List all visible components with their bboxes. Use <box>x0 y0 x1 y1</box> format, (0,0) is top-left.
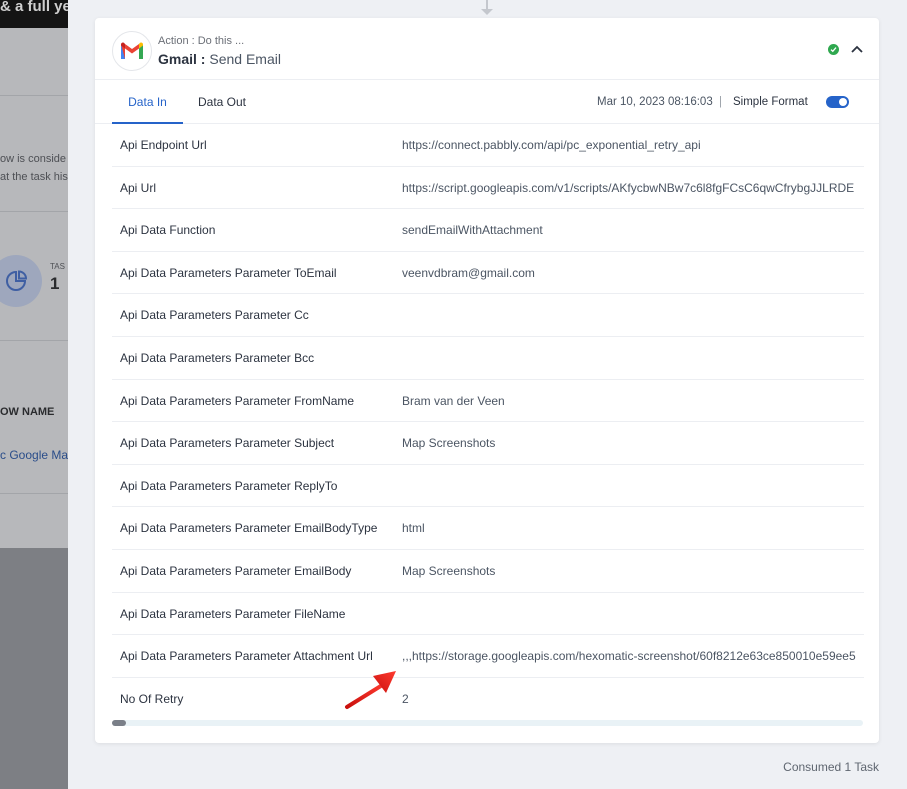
background-topbar: & a full yea <box>0 0 68 28</box>
gmail-logo-icon <box>112 31 152 71</box>
table-row: Api Data Parameters Parameter Attachment… <box>112 635 864 678</box>
row-key: Api Data Parameters Parameter ReplyTo <box>120 478 338 493</box>
simple-format-label: Simple Format <box>733 96 808 108</box>
row-value: veenvdbram@gmail.com <box>402 265 535 280</box>
row-key: Api Data Parameters Parameter FromName <box>120 393 355 408</box>
row-value: Bram van der Veen <box>402 393 505 408</box>
table-row: Api Endpoint Url https://connect.pabbly.c… <box>112 124 864 167</box>
tab-data-out[interactable]: Data Out <box>187 80 257 124</box>
execution-timestamp: Mar 10, 2023 08:16:03 <box>597 96 713 108</box>
tab-data-in[interactable]: Data In <box>112 80 183 124</box>
row-value: html <box>402 521 425 536</box>
row-key: Api Data Function <box>120 223 216 238</box>
row-key: Api Data Parameters Parameter EmailBodyT… <box>120 521 378 536</box>
row-value: sendEmailWithAttachment <box>402 223 543 238</box>
horizontal-scrollbar[interactable] <box>112 720 863 726</box>
table-row: Api Data Parameters Parameter Bcc <box>112 337 864 380</box>
background-divider <box>0 211 68 212</box>
event-name: Send Email <box>209 51 281 67</box>
row-value: 2 <box>402 691 409 706</box>
table-row: Api Data Parameters Parameter FromName Br… <box>112 380 864 423</box>
row-key: Api Data Parameters Parameter FileName <box>120 606 346 621</box>
arrow-down-icon <box>481 9 493 15</box>
row-key: Api Data Parameters Parameter Subject <box>120 436 335 451</box>
consumed-tasks-label: Consumed 1 Task <box>783 760 879 774</box>
table-row: Api Data Parameters Parameter FileName <box>112 593 864 636</box>
row-key: Api Data Parameters Parameter ToEmail <box>120 265 337 280</box>
background-column-header: OW NAME <box>0 406 55 418</box>
background-divider <box>0 493 68 494</box>
meta-separator: | <box>719 96 722 108</box>
row-value: https://script.googleapis.com/v1/scripts… <box>402 180 855 195</box>
background-stat-value: 1 <box>50 274 60 293</box>
check-circle-icon <box>828 44 839 55</box>
row-value: ,,,https://storage.googleapis.com/hexoma… <box>402 649 856 664</box>
row-value: https://connect.pabbly.com/api/pc_expone… <box>402 138 701 152</box>
action-title: Gmail : Send Email <box>158 51 281 67</box>
row-key: Api Endpoint Url <box>120 138 207 152</box>
background-stat-label: TAS <box>50 262 65 271</box>
table-row: Api Data Parameters Parameter ToEmail vee… <box>112 252 864 295</box>
background-divider <box>0 340 68 341</box>
row-key: Api Data Parameters Parameter Cc <box>120 308 309 323</box>
table-row: Api Data Parameters Parameter Subject Map… <box>112 422 864 465</box>
row-value: Map Screenshots <box>402 563 496 578</box>
table-row: Api Data Parameters Parameter EmailBody M… <box>112 550 864 593</box>
chevron-up-icon[interactable] <box>850 44 864 54</box>
action-label: Action : Do this ... <box>158 35 245 47</box>
app-name: Gmail : <box>158 51 206 67</box>
background-text-line: ow is conside <box>0 153 67 165</box>
data-in-table: Api Endpoint Url https://connect.pabbly.c… <box>112 124 864 720</box>
background-page: & a full yea ow is conside at the task h… <box>0 0 68 789</box>
row-value: Map Screenshots <box>402 436 496 451</box>
scrollbar-thumb[interactable] <box>112 720 126 726</box>
background-topbar-text: & a full yea <box>0 0 68 15</box>
row-key: Api Data Parameters Parameter Bcc <box>120 350 315 365</box>
background-text-line: at the task his <box>0 171 68 183</box>
background-link: c Google Ma <box>0 448 68 462</box>
table-row: Api Data Function sendEmailWithAttachment <box>112 209 864 252</box>
table-row: Api Data Parameters Parameter Cc <box>112 294 864 337</box>
table-row: Api Url https://script.googleapis.com/v1/… <box>112 167 864 210</box>
simple-format-toggle[interactable] <box>826 96 849 108</box>
background-divider <box>0 95 68 96</box>
table-row: Api Data Parameters Parameter ReplyTo <box>112 465 864 508</box>
row-key: Api Data Parameters Parameter Attachment… <box>120 649 373 664</box>
table-row: No Of Retry 2 <box>112 678 864 721</box>
row-key: Api Data Parameters Parameter EmailBody <box>120 563 352 578</box>
tabs-bar: Data In Data Out Mar 10, 2023 08:16:03 |… <box>95 80 879 124</box>
action-card: Action : Do this ... Gmail : Send Email … <box>95 18 879 743</box>
action-card-header[interactable]: Action : Do this ... Gmail : Send Email <box>95 18 879 80</box>
row-key: No Of Retry <box>120 691 184 706</box>
annotation-arrow-icon <box>345 671 396 709</box>
row-key: Api Url <box>120 180 157 195</box>
table-row: Api Data Parameters Parameter EmailBodyT… <box>112 507 864 550</box>
